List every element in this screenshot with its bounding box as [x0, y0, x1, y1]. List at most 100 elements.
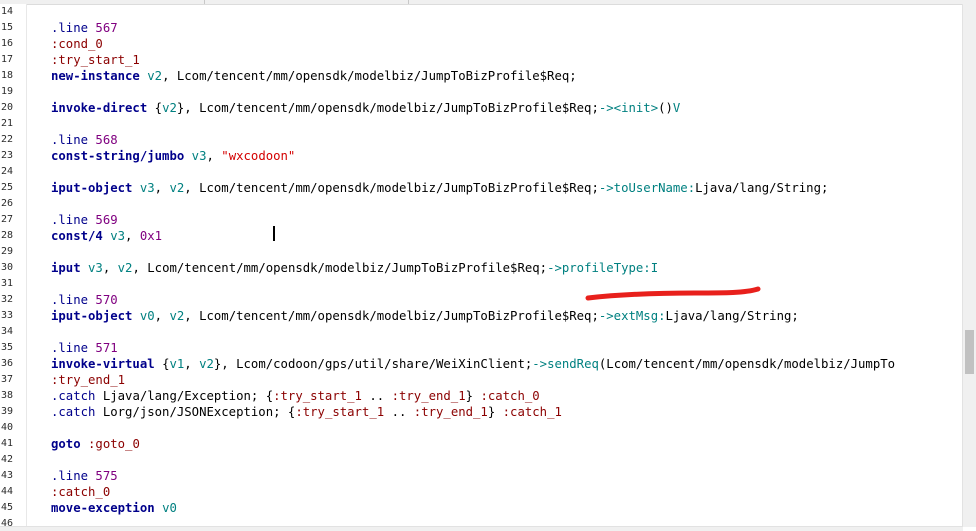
token-punc: , Lcom/tencent/mm/opensdk/modelbiz/JumpT… [162, 69, 577, 83]
token-punc: , [102, 261, 118, 275]
code-text: .catch Lorg/json/JSONException; {:try_st… [51, 404, 562, 420]
token-dir: .line [51, 469, 96, 483]
code-line[interactable]: 45 move-exception v0 [0, 500, 963, 516]
line-number: 17 [1, 54, 14, 65]
code-text: .line 570 [51, 292, 118, 308]
code-line[interactable]: 18 new-instance v2, Lcom/tencent/mm/opens… [0, 68, 963, 84]
code-line[interactable]: 27 .line 569 [0, 212, 963, 228]
code-text: invoke-virtual {v1, v2}, Lcom/codoon/gps… [51, 356, 895, 372]
token-lbl: :try_start_1 [51, 53, 140, 67]
token-mem: ->sendReq [532, 357, 599, 371]
code-line[interactable]: 37:try_end_1 [0, 372, 963, 388]
code-text: goto :goto_0 [51, 436, 140, 452]
code-line[interactable]: 14 [0, 4, 963, 20]
code-line[interactable]: 25 iput-object v3, v2, Lcom/tencent/mm/op… [0, 180, 963, 196]
code-editor[interactable]: 14 15 .line 567 16 :cond_0 17 :try_start_1 18 ne… [0, 4, 963, 527]
token-kw: const-string/jumbo [51, 149, 192, 163]
line-number: 30 [1, 262, 14, 273]
line-number: 26 [1, 198, 14, 209]
token-punc: Ljava/lang/String; [665, 309, 799, 323]
code-line[interactable]: 43 .line 575 [0, 468, 963, 484]
code-text: .line 568 [51, 132, 118, 148]
code-text: .line 567 [51, 20, 118, 36]
code-line[interactable]: 34 [0, 324, 963, 340]
code-line[interactable]: 41 goto :goto_0 [0, 436, 963, 452]
token-mem: V [672, 101, 681, 115]
token-punc: } [465, 389, 481, 403]
horizontal-scrollbar[interactable] [0, 526, 963, 531]
token-punc: Ljava/lang/String; [695, 181, 829, 195]
code-text: const-string/jumbo v3, "wxcodoon" [51, 148, 295, 164]
code-text: :cond_0 [51, 36, 103, 52]
code-line[interactable]: 19 [0, 84, 963, 100]
token-dir: .line [51, 293, 96, 307]
line-number: 40 [1, 422, 14, 433]
token-num: 575 [95, 469, 118, 483]
token-punc: Ljava/lang/Exception; { [102, 389, 274, 403]
code-text: :try_end_1 [51, 372, 125, 388]
token-lbl: :catch_0 [480, 389, 540, 403]
token-punc: }, Lcom/codoon/gps/util/share/WeiXinClie… [213, 357, 533, 371]
token-reg: v2 [117, 261, 133, 275]
code-line[interactable]: 22 .line 568 [0, 132, 963, 148]
code-line[interactable]: 30 iput v3, v2, Lcom/tencent/mm/opensdk/m… [0, 260, 963, 276]
line-number: 14 [1, 6, 14, 17]
code-line[interactable]: 17 :try_start_1 [0, 52, 963, 68]
vertical-scrollbar[interactable] [962, 4, 976, 527]
token-lbl: :goto_0 [88, 437, 140, 451]
code-line[interactable]: 31 [0, 276, 963, 292]
code-text: invoke-direct {v2}, Lcom/tencent/mm/open… [51, 100, 680, 116]
code-line[interactable]: 21 [0, 116, 963, 132]
code-line[interactable]: 32 .line 570 [0, 292, 963, 308]
token-lbl: :catch_0 [51, 485, 111, 499]
token-num: 568 [95, 133, 118, 147]
code-line[interactable]: 29 [0, 244, 963, 260]
token-lbl: :catch_1 [502, 405, 562, 419]
code-line[interactable]: 23 const-string/jumbo v3, "wxcodoon" [0, 148, 963, 164]
token-kw: invoke-virtual [51, 357, 163, 371]
token-dir: .line [51, 133, 96, 147]
line-number: 21 [1, 118, 14, 129]
line-number: 43 [1, 470, 14, 481]
code-line[interactable]: 44:catch_0 [0, 484, 963, 500]
line-number: 45 [1, 502, 14, 513]
code-text: .line 569 [51, 212, 118, 228]
token-mem: ->profileType:I [547, 261, 659, 275]
code-text: new-instance v2, Lcom/tencent/mm/opensdk… [51, 68, 577, 84]
code-line[interactable]: 39 .catch Lorg/json/JSONException; {:try_… [0, 404, 963, 420]
code-line[interactable]: 24 [0, 164, 963, 180]
line-number: 20 [1, 102, 14, 113]
token-punc: .. [361, 389, 392, 403]
scrollbar-thumb[interactable] [965, 330, 974, 374]
code-line[interactable]: 16 :cond_0 [0, 36, 963, 52]
code-line[interactable]: 35 .line 571 [0, 340, 963, 356]
line-number: 25 [1, 182, 14, 193]
line-number: 35 [1, 342, 14, 353]
code-line[interactable]: 26 [0, 196, 963, 212]
token-mem: ->toUserName: [598, 181, 696, 195]
line-number: 34 [1, 326, 14, 337]
code-text: .catch Ljava/lang/Exception; {:try_start… [51, 388, 540, 404]
line-number: 33 [1, 310, 14, 321]
code-line[interactable]: 36 invoke-virtual {v1, v2}, Lcom/codoon/g… [0, 356, 963, 372]
code-line[interactable]: 15 .line 567 [0, 20, 963, 36]
line-number: 16 [1, 38, 14, 49]
line-number: 29 [1, 246, 14, 257]
token-punc: , [154, 181, 170, 195]
code-line[interactable]: 20 invoke-direct {v2}, Lcom/tencent/mm/op… [0, 100, 963, 116]
line-number: 31 [1, 278, 14, 289]
token-punc: }, Lcom/tencent/mm/opensdk/modelbiz/Jump… [176, 101, 599, 115]
code-line[interactable]: 40 [0, 420, 963, 436]
token-punc: , Lcom/tencent/mm/opensdk/modelbiz/JumpT… [132, 261, 548, 275]
code-line[interactable]: 28 const/4 v3, 0x1 [0, 228, 963, 244]
token-kw: goto [51, 437, 89, 451]
code-text: iput v3, v2, Lcom/tencent/mm/opensdk/mod… [51, 260, 658, 276]
code-line[interactable]: 33 iput-object v0, v2, Lcom/tencent/mm/op… [0, 308, 963, 324]
code-line[interactable]: 42 [0, 452, 963, 468]
code-line[interactable]: 38 .catch Ljava/lang/Exception; {:try_sta… [0, 388, 963, 404]
token-dir: .catch [51, 389, 103, 403]
token-reg: v3 [191, 149, 207, 163]
token-punc: () [658, 101, 673, 115]
token-reg: v2 [169, 181, 185, 195]
line-number: 24 [1, 166, 14, 177]
